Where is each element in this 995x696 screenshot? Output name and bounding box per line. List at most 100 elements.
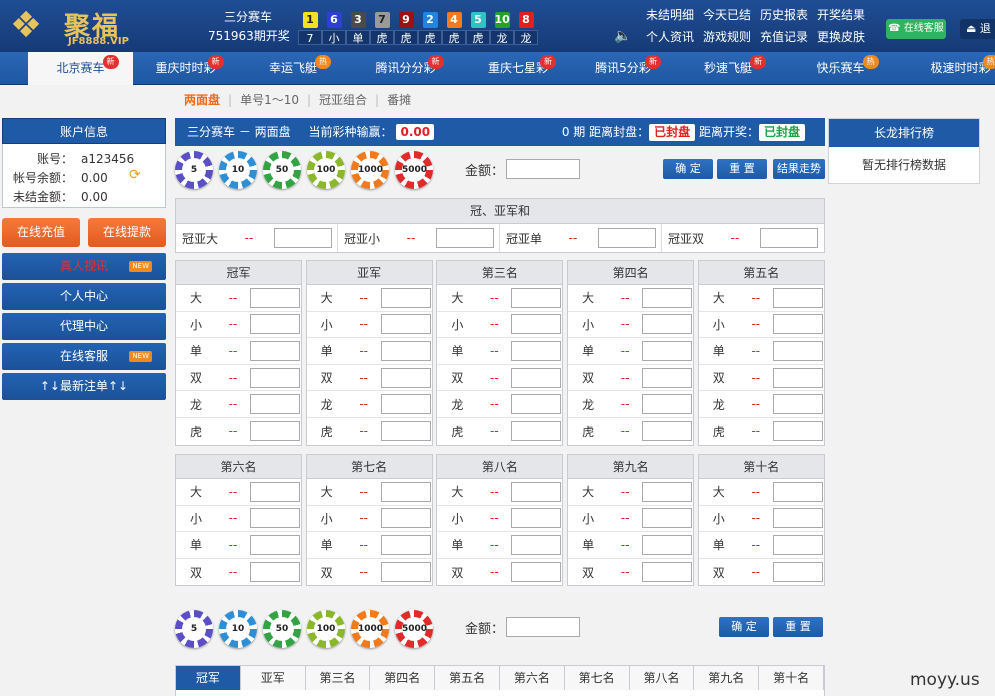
- bet-amount-input[interactable]: [511, 562, 562, 583]
- sidebar-link[interactable]: ↑↓最新注单↑↓: [2, 373, 166, 400]
- bet-amount-input[interactable]: [772, 287, 823, 308]
- bet-amount-input[interactable]: [772, 508, 823, 529]
- sum-bet-input[interactable]: [760, 228, 818, 248]
- bet-amount-input[interactable]: [250, 534, 300, 555]
- header-link[interactable]: 历史报表: [760, 6, 817, 23]
- chip-50[interactable]: 50: [263, 151, 301, 189]
- bet-amount-input[interactable]: [642, 421, 693, 442]
- nav-tab[interactable]: 腾讯5分彩新: [573, 52, 673, 85]
- bet-amount-input[interactable]: [772, 340, 823, 361]
- bet-amount-input[interactable]: [642, 340, 693, 361]
- header-link[interactable]: 开奖结果: [817, 6, 874, 23]
- amount-input-bottom[interactable]: [506, 617, 580, 637]
- bet-amount-input[interactable]: [642, 562, 693, 583]
- bet-amount-input[interactable]: [772, 481, 823, 502]
- chip-100[interactable]: 100: [307, 151, 345, 189]
- header-link[interactable]: 充值记录: [760, 28, 817, 45]
- exit-button[interactable]: ⏏ 退: [960, 19, 995, 39]
- amount-input[interactable]: [506, 159, 580, 179]
- bet-amount-input[interactable]: [642, 314, 693, 335]
- confirm-button[interactable]: 确 定: [663, 159, 713, 179]
- bet-amount-input[interactable]: [511, 508, 562, 529]
- bet-amount-input[interactable]: [250, 394, 300, 415]
- bet-amount-input[interactable]: [772, 562, 823, 583]
- subnav-tab[interactable]: 番摊: [379, 86, 419, 114]
- chip-100[interactable]: 100: [307, 610, 345, 648]
- subnav-tab[interactable]: 单号1～10: [232, 86, 307, 114]
- bet-amount-input[interactable]: [250, 481, 300, 502]
- online-service-button[interactable]: ☎ 在线客服: [886, 19, 946, 39]
- bet-amount-input[interactable]: [642, 394, 693, 415]
- chip-1000[interactable]: 1000: [351, 610, 389, 648]
- bet-amount-input[interactable]: [250, 314, 300, 335]
- chip-5000[interactable]: 5000: [395, 610, 433, 648]
- bet-amount-input[interactable]: [642, 481, 693, 502]
- sum-bet-input[interactable]: [274, 228, 332, 248]
- header-link[interactable]: 更换皮肤: [817, 28, 874, 45]
- nav-tab[interactable]: 秒速飞艇新: [673, 52, 783, 85]
- bet-amount-input[interactable]: [511, 394, 562, 415]
- site-logo[interactable]: ❖ 聚福 JF8888.VIP: [6, 4, 136, 48]
- bet-amount-input[interactable]: [642, 287, 693, 308]
- bet-amount-input[interactable]: [511, 421, 562, 442]
- nav-tab[interactable]: 幸运飞艇热: [238, 52, 348, 85]
- bet-amount-input[interactable]: [642, 534, 693, 555]
- bet-amount-input[interactable]: [642, 508, 693, 529]
- nav-tab[interactable]: 腾讯分分彩新: [348, 52, 463, 85]
- position-tab[interactable]: 第八名: [629, 666, 695, 690]
- chip-5[interactable]: 5: [175, 610, 213, 648]
- position-tab[interactable]: 亚军: [240, 666, 306, 690]
- position-tab[interactable]: 第五名: [435, 666, 500, 690]
- bet-amount-input[interactable]: [772, 367, 823, 388]
- chip-10[interactable]: 10: [219, 151, 257, 189]
- refresh-balance-icon[interactable]: ⟳: [129, 167, 141, 183]
- bet-amount-input[interactable]: [642, 367, 693, 388]
- nav-tab[interactable]: 快乐赛车热: [783, 52, 898, 85]
- bet-amount-input[interactable]: [380, 367, 431, 388]
- chip-5000[interactable]: 5000: [395, 151, 433, 189]
- sidebar-link[interactable]: 真人视讯 NEW: [2, 253, 166, 280]
- sidebar-link[interactable]: 代理中心: [2, 313, 166, 340]
- trend-button[interactable]: 结果走势: [773, 159, 825, 179]
- reset-button[interactable]: 重 置: [717, 159, 767, 179]
- nav-tab[interactable]: 极速时时彩热: [898, 52, 995, 85]
- sidebar-link[interactable]: 在线客服 NEW: [2, 343, 166, 370]
- header-link[interactable]: 游戏规则: [703, 28, 760, 45]
- bet-amount-input[interactable]: [250, 340, 300, 361]
- position-tab[interactable]: 第三名: [305, 666, 371, 690]
- bet-amount-input[interactable]: [772, 394, 823, 415]
- bet-amount-input[interactable]: [250, 562, 300, 583]
- bet-amount-input[interactable]: [511, 340, 562, 361]
- bet-amount-input[interactable]: [250, 287, 300, 308]
- bet-amount-input[interactable]: [511, 367, 562, 388]
- header-link[interactable]: 今天已结: [703, 6, 760, 23]
- withdraw-button[interactable]: 在线提款: [88, 218, 166, 247]
- position-tab[interactable]: 第六名: [499, 666, 565, 690]
- bet-amount-input[interactable]: [511, 481, 562, 502]
- bet-amount-input[interactable]: [380, 314, 431, 335]
- bet-amount-input[interactable]: [250, 367, 300, 388]
- header-link[interactable]: 未结明细: [646, 6, 703, 23]
- bet-amount-input[interactable]: [511, 314, 562, 335]
- bet-amount-input[interactable]: [511, 534, 562, 555]
- bet-amount-input[interactable]: [250, 421, 300, 442]
- sum-bet-input[interactable]: [436, 228, 494, 248]
- sum-bet-input[interactable]: [598, 228, 656, 248]
- bet-amount-input[interactable]: [380, 534, 431, 555]
- nav-tab[interactable]: 重庆七星彩新: [463, 52, 573, 85]
- recharge-button[interactable]: 在线充值: [2, 218, 80, 247]
- bet-amount-input[interactable]: [380, 562, 431, 583]
- reset-button-bottom[interactable]: 重 置: [773, 617, 823, 637]
- bet-amount-input[interactable]: [380, 421, 431, 442]
- position-tab[interactable]: 第九名: [694, 666, 760, 690]
- bet-amount-input[interactable]: [380, 340, 431, 361]
- bet-amount-input[interactable]: [380, 481, 431, 502]
- nav-tab[interactable]: 重庆时时彩新: [133, 52, 238, 85]
- bet-amount-input[interactable]: [380, 508, 431, 529]
- position-tab[interactable]: 第四名: [370, 666, 436, 690]
- bet-amount-input[interactable]: [772, 534, 823, 555]
- bet-amount-input[interactable]: [250, 508, 300, 529]
- bet-amount-input[interactable]: [380, 287, 431, 308]
- bet-amount-input[interactable]: [772, 421, 823, 442]
- bet-amount-input[interactable]: [511, 287, 562, 308]
